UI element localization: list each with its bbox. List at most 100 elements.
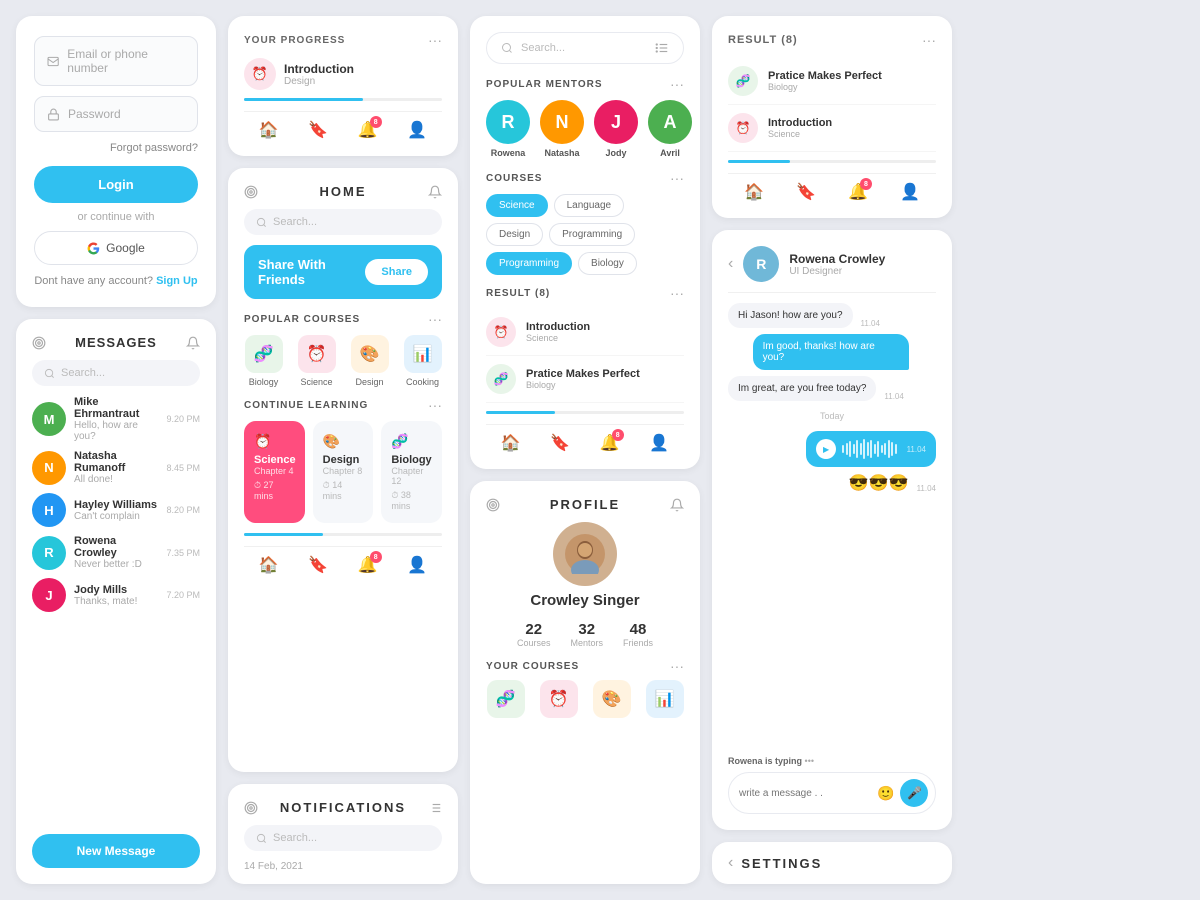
chat-message-received: Hi Jason! how are you? [728, 303, 853, 328]
tab-notification-icon[interactable]: 🔔 8 [600, 433, 620, 453]
stat-num: 48 [630, 621, 647, 638]
course-item[interactable]: 🎨 Design [351, 335, 389, 387]
result-progress-bar-container [728, 160, 936, 163]
tab-profile-icon[interactable]: 👤 [407, 555, 427, 575]
message-info: Hayley Williams Can't complain [74, 499, 158, 522]
tab-bookmark-icon[interactable]: 🔖 [796, 182, 816, 202]
continue-card[interactable]: 🧬 Biology Chapter 12 ⏱ 38 mins [381, 421, 442, 523]
continue-card-icon: 🎨 [323, 433, 364, 450]
mentor-item[interactable]: J Jody [594, 100, 638, 158]
login-button[interactable]: Login [34, 166, 198, 203]
popular-courses-menu[interactable]: ··· [428, 311, 442, 327]
message-preview: Never better :D [74, 559, 158, 570]
tab-home-icon[interactable]: 🏠 [744, 182, 764, 202]
message-preview: All done! [74, 474, 158, 485]
settings-back-button[interactable]: ‹ [728, 854, 733, 872]
result-item[interactable]: 🧬 Pratice Makes Perfect Biology [728, 58, 936, 105]
mentor-item[interactable]: A Avril [648, 100, 692, 158]
filter-tab-language[interactable]: Language [554, 194, 625, 217]
tab-notification-icon[interactable]: 🔔 8 [358, 555, 378, 575]
list-item[interactable]: N Natasha Rumanoff All done! 8.45 PM [32, 450, 200, 485]
course-label: Design [355, 377, 383, 387]
result-right-title: RESULT (8) [728, 34, 798, 46]
email-placeholder: Email or phone number [67, 47, 185, 75]
search-icon [501, 42, 513, 54]
continue-card[interactable]: ⏰ Science Chapter 4 ⏱ 27 mins [244, 421, 305, 523]
result-item[interactable]: 🧬 Pratice Makes Perfect Biology [486, 356, 684, 403]
list-item[interactable]: R Rowena Crowley Never better :D 7.35 PM [32, 535, 200, 570]
forgot-password[interactable]: Forgot password? [34, 142, 198, 154]
continue-subject: Design [323, 454, 364, 466]
filter-icon[interactable] [428, 801, 442, 815]
tab-home-icon[interactable]: 🏠 [501, 433, 521, 453]
biology-icon: 🧬 [245, 335, 283, 373]
course-item[interactable]: 🧬 Biology [245, 335, 283, 387]
mentor-item[interactable]: N Natasha [540, 100, 584, 158]
result-icon: 🧬 [728, 66, 758, 96]
result-item[interactable]: ⏰ Introduction Science [728, 105, 936, 152]
tab-home-icon[interactable]: 🏠 [259, 555, 279, 575]
chat-back-button[interactable]: ‹ [728, 255, 733, 273]
email-field[interactable]: Email or phone number [34, 36, 198, 86]
signup-link[interactable]: Sign Up [156, 275, 198, 287]
filter-tab-design[interactable]: Design [486, 223, 543, 246]
result-menu[interactable]: ··· [670, 285, 684, 301]
share-button[interactable]: Share [365, 259, 428, 285]
progress-menu[interactable]: ··· [428, 32, 442, 48]
main-search[interactable]: Search... [486, 32, 684, 64]
tab-bookmark-icon[interactable]: 🔖 [308, 120, 328, 140]
home-search[interactable]: Search... [244, 209, 442, 235]
list-item[interactable]: J Jody Mills Thanks, mate! 7.20 PM [32, 578, 200, 612]
chat-header: ‹ R Rowena Crowley UI Designer [728, 246, 936, 293]
course-icon-biology[interactable]: 🧬 [487, 680, 525, 718]
tab-notification-icon[interactable]: 🔔 8 [848, 182, 868, 202]
tab-bookmark-icon[interactable]: 🔖 [308, 555, 328, 575]
course-item[interactable]: ⏰ Science [298, 335, 336, 387]
filter-tab-programming2[interactable]: Programming [486, 252, 572, 275]
courses-menu[interactable]: ··· [670, 170, 684, 186]
course-item[interactable]: 📊 Cooking [404, 335, 442, 387]
result-item[interactable]: ⏰ Introduction Science [486, 309, 684, 356]
tab-profile-icon[interactable]: 👤 [649, 433, 669, 453]
result-info: Introduction Science [526, 321, 590, 343]
contact-name: Jody Mills [74, 584, 158, 596]
tab-bookmark-icon[interactable]: 🔖 [550, 433, 570, 453]
new-message-button[interactable]: New Message [32, 834, 200, 868]
course-icon-science[interactable]: ⏰ [540, 680, 578, 718]
chat-input[interactable] [739, 788, 871, 799]
continue-time: ⏱ 27 mins [254, 480, 295, 501]
message-time: 11.04 [884, 392, 903, 401]
continue-card[interactable]: 🎨 Design Chapter 8 ⏱ 14 mins [313, 421, 374, 523]
notifications-search[interactable]: Search... [244, 825, 442, 851]
filter-tab-biology[interactable]: Biology [578, 252, 637, 275]
password-field[interactable]: Password [34, 96, 198, 132]
list-item[interactable]: H Hayley Williams Can't complain 8.20 PM [32, 493, 200, 527]
play-button[interactable]: ▶ [816, 439, 836, 459]
popular-mentors-title: POPULAR MENTORS [486, 79, 603, 90]
continue-menu[interactable]: ··· [428, 397, 442, 413]
tab-profile-icon[interactable]: 👤 [407, 120, 427, 140]
avatar: M [32, 402, 66, 436]
column-3: Search... POPULAR MENTORS ··· R Rowena N… [470, 16, 700, 884]
mentor-item[interactable]: R Rowena [486, 100, 530, 158]
filter-tab-science[interactable]: Science [486, 194, 548, 217]
result-right-menu[interactable]: ··· [922, 32, 936, 48]
your-courses-menu[interactable]: ··· [670, 658, 684, 674]
popular-courses-header: POPULAR COURSES ··· [244, 311, 442, 327]
tab-home-icon[interactable]: 🏠 [259, 120, 279, 140]
filter-icon[interactable] [655, 41, 669, 55]
google-button[interactable]: Google [34, 231, 198, 265]
course-icon-cooking[interactable]: 📊 [646, 680, 684, 718]
typing-name: Rowena [728, 756, 763, 766]
message-row-sent: Im good, thanks! how are you? 11.04 [728, 334, 936, 370]
filter-tab-programming[interactable]: Programming [549, 223, 635, 246]
course-icon-design[interactable]: 🎨 [593, 680, 631, 718]
list-item[interactable]: M Mike Ehrmantraut Hello, how are you? 9… [32, 396, 200, 442]
tab-profile-icon[interactable]: 👤 [900, 182, 920, 202]
emoji-button[interactable]: 🙂 [877, 785, 894, 802]
tab-notification-icon[interactable]: 🔔 8 [358, 120, 378, 140]
popular-mentors-menu[interactable]: ··· [670, 76, 684, 92]
search-icon [256, 217, 267, 228]
mic-button[interactable]: 🎤 [900, 779, 928, 807]
messages-search[interactable]: Search... [32, 360, 200, 386]
